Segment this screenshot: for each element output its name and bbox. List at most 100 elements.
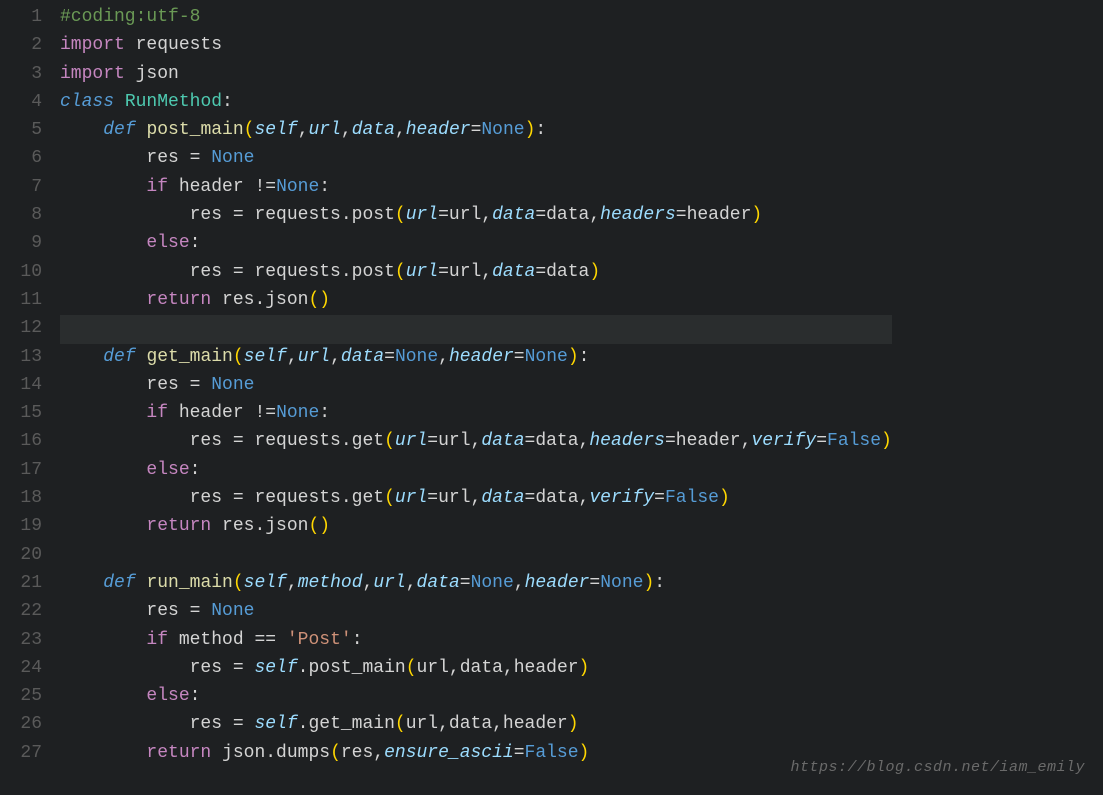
token: : (319, 403, 330, 423)
token: res (60, 205, 233, 225)
token: .get_main (298, 714, 395, 734)
token (60, 686, 146, 706)
token: ( (395, 262, 406, 282)
token: = (589, 573, 600, 593)
code-line[interactable]: import requests (60, 32, 892, 60)
token: : (352, 630, 363, 650)
token: ( (395, 714, 406, 734)
token: method (298, 573, 363, 593)
code-line[interactable]: res = requests.get(url=url,data=data,hea… (60, 428, 892, 456)
token (60, 233, 146, 253)
token: self (254, 714, 297, 734)
token: None (471, 573, 514, 593)
token: : (579, 347, 590, 367)
token: ) (881, 431, 892, 451)
code-line[interactable]: res = requests.post(url=url,data=data,he… (60, 202, 892, 230)
code-line[interactable]: res = None (60, 598, 892, 626)
token: header (168, 403, 254, 423)
code-line[interactable]: if header !=None: (60, 174, 892, 202)
token: method (168, 630, 254, 650)
line-number: 9 (8, 230, 42, 258)
token: ( (330, 743, 341, 763)
code-area[interactable]: #coding:utf-8import requestsimport jsonc… (56, 0, 892, 795)
code-line[interactable]: else: (60, 683, 892, 711)
token: get_main (146, 347, 232, 367)
line-number: 6 (8, 145, 42, 173)
token: res (60, 262, 233, 282)
token: None (211, 148, 254, 168)
code-line[interactable] (60, 315, 892, 343)
token: , (363, 573, 374, 593)
token: None (600, 573, 643, 593)
token: None (395, 347, 438, 367)
line-number: 16 (8, 428, 42, 456)
code-line[interactable]: return res.json() (60, 287, 892, 315)
token: if (146, 177, 168, 197)
token: data (492, 205, 535, 225)
token: self (254, 658, 297, 678)
token (200, 148, 211, 168)
code-line[interactable]: import json (60, 61, 892, 89)
code-editor[interactable]: 1234567891011121314151617181920212223242… (0, 0, 1103, 795)
code-line[interactable]: res = None (60, 145, 892, 173)
token: res (60, 375, 190, 395)
token: requests.get (244, 431, 384, 451)
token: res (60, 488, 233, 508)
token: res (60, 148, 190, 168)
token: =data, (535, 205, 600, 225)
token: = (233, 205, 244, 225)
line-number: 18 (8, 485, 42, 513)
code-line[interactable]: res = self.post_main(url,data,header) (60, 655, 892, 683)
token (200, 601, 211, 621)
line-number: 11 (8, 287, 42, 315)
code-line[interactable]: def get_main(self,url,data=None,header=N… (60, 344, 892, 372)
code-line[interactable]: return json.dumps(res,ensure_ascii=False… (60, 740, 892, 768)
token: def (103, 573, 135, 593)
code-line[interactable]: else: (60, 230, 892, 258)
token: =header, (665, 431, 751, 451)
code-line[interactable]: #coding:utf-8 (60, 4, 892, 32)
code-line[interactable] (60, 542, 892, 570)
token (244, 658, 255, 678)
token (200, 375, 211, 395)
token: != (254, 403, 276, 423)
token: False (665, 488, 719, 508)
code-line[interactable]: return res.json() (60, 513, 892, 541)
token: , (287, 347, 298, 367)
code-line[interactable]: class RunMethod: (60, 89, 892, 117)
token: verify (589, 488, 654, 508)
token: =url, (427, 488, 481, 508)
token: , (395, 120, 406, 140)
token (136, 347, 147, 367)
token: =url, (438, 205, 492, 225)
token: : (319, 177, 330, 197)
token: ) (589, 262, 600, 282)
code-line[interactable]: if header !=None: (60, 400, 892, 428)
line-number: 10 (8, 259, 42, 287)
token: = (654, 488, 665, 508)
token: url (406, 262, 438, 282)
token (136, 120, 147, 140)
token: url (395, 431, 427, 451)
token: =data, (525, 431, 590, 451)
token: != (254, 177, 276, 197)
code-line[interactable]: def post_main(self,url,data,header=None)… (60, 117, 892, 145)
token: return (146, 516, 211, 536)
token: None (525, 347, 568, 367)
token: 'Post' (287, 630, 352, 650)
token: post_main (146, 120, 243, 140)
token: =data (535, 262, 589, 282)
token: = (514, 743, 525, 763)
code-line[interactable]: res = requests.post(url=url,data=data) (60, 259, 892, 287)
code-line[interactable]: res = None (60, 372, 892, 400)
token (276, 630, 287, 650)
token: requests.get (244, 488, 384, 508)
code-line[interactable]: def run_main(self,method,url,data=None,h… (60, 570, 892, 598)
line-number: 12 (8, 315, 42, 343)
code-line[interactable]: res = self.get_main(url,data,header) (60, 711, 892, 739)
code-line[interactable]: if method == 'Post': (60, 627, 892, 655)
token: headers (589, 431, 665, 451)
token: header (168, 177, 254, 197)
code-line[interactable]: else: (60, 457, 892, 485)
code-line[interactable]: res = requests.get(url=url,data=data,ver… (60, 485, 892, 513)
